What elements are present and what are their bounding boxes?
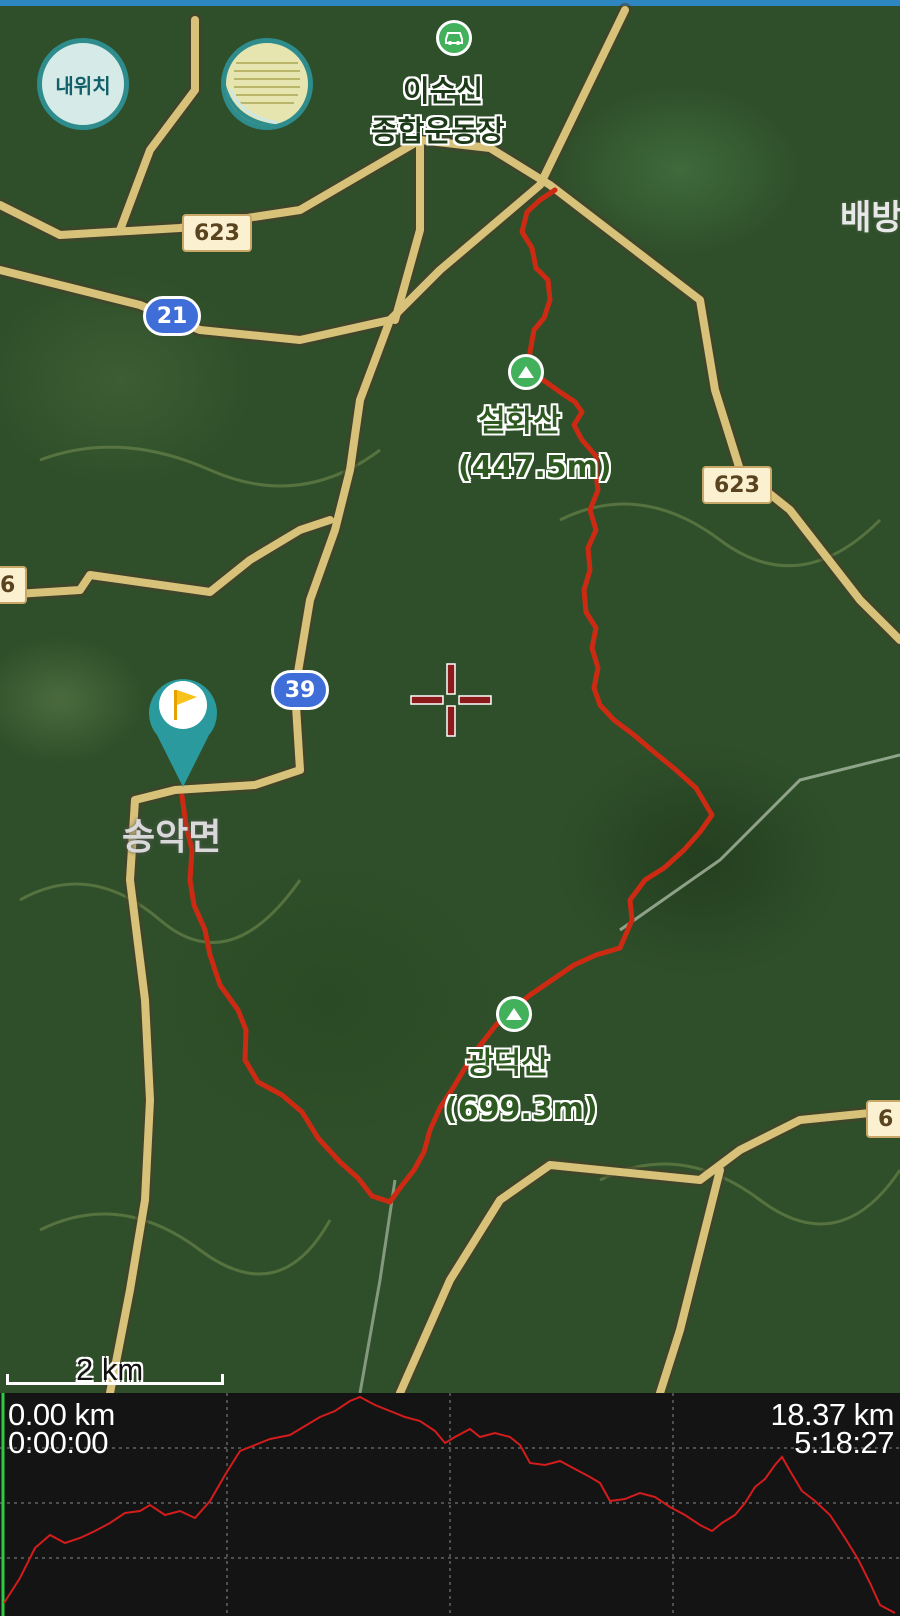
my-location-label: 내위치	[55, 73, 111, 98]
stadium-label-line1: 이순신	[403, 74, 484, 108]
mountain-peak-icon[interactable]	[508, 354, 544, 390]
town-label-songak: 송악면	[122, 817, 222, 858]
peak-name-seolhwasan: 설화산	[478, 404, 561, 439]
layer-icon	[226, 62, 300, 125]
road-623	[0, 136, 900, 644]
map-view[interactable]: 내위치 이순신 종합운동장 배방 설화산 (447.5m) 광덕산 (699.3…	[0, 0, 900, 1393]
road-casing	[0, 3, 900, 1393]
crosshair-icon	[410, 663, 492, 737]
route-shield-39: 39	[271, 670, 329, 710]
end-time: 5:18:27	[794, 1425, 894, 1460]
my-location-button[interactable]: 내위치	[37, 38, 129, 130]
road-badge-623: 623	[182, 214, 252, 252]
minor-road	[619, 753, 900, 932]
map-layer	[0, 3, 900, 1393]
peak-elevation-seolhwasan: (447.5m)	[458, 450, 612, 485]
route-shield-21: 21	[143, 296, 201, 336]
peak-elevation-gwangdeoksan: (699.3m)	[444, 1092, 598, 1127]
minor-road-south	[358, 1179, 397, 1393]
road-southeast	[656, 1166, 724, 1393]
elevation-chart	[0, 1393, 900, 1616]
scale-line	[6, 1374, 224, 1385]
mountain-peak-icon[interactable]	[496, 996, 532, 1032]
road-6	[0, 516, 334, 599]
layer-button[interactable]	[221, 38, 313, 130]
road-badge-6: 6	[866, 1100, 900, 1138]
roads	[0, 6, 900, 1393]
profile-grid	[0, 1393, 900, 1616]
road-north	[116, 16, 199, 234]
start-time: 0:00:00	[8, 1425, 108, 1460]
road-badge-623: 623	[702, 466, 772, 504]
edge-place-label: 배방	[840, 198, 900, 238]
peak-name-gwangdeoksan: 광덕산	[466, 1046, 549, 1081]
map-scale-bar: 2 km	[6, 1352, 226, 1387]
start-flag-pin-icon	[149, 679, 217, 787]
stadium-label-line2: 종합운동장	[371, 114, 505, 148]
car-icon[interactable]	[436, 20, 472, 56]
road-badge-6: 6	[0, 566, 28, 604]
elevation-profile[interactable]: 0.00 km 0:00:00 18.37 km 5:18:27	[0, 1393, 900, 1616]
